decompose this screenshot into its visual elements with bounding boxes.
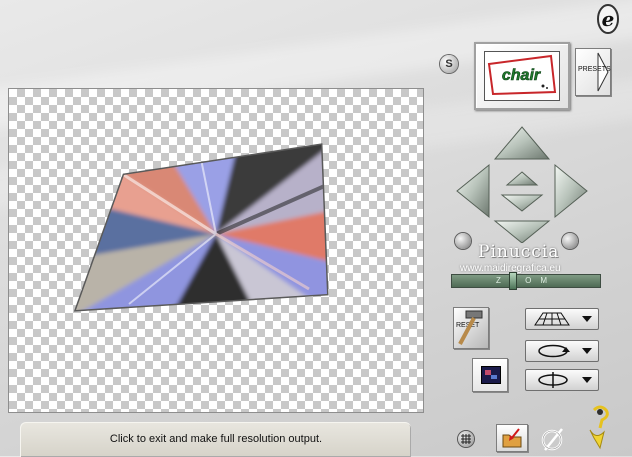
preview-canvas[interactable] [8,88,424,413]
presets-button[interactable]: PRESETS [575,48,611,96]
no-cancel-icon[interactable] [540,426,566,452]
rotate-icon [538,344,570,358]
status-bar[interactable]: Click to exit and make full resolution o… [20,422,411,457]
rotate-dropdown[interactable] [525,340,599,362]
chevron-down-icon [582,377,592,383]
presets-label: PRESETS [578,66,611,73]
open-folder-button[interactable] [496,424,528,452]
preset-preview: chair [484,51,560,101]
arrow-left-icon[interactable] [456,163,490,219]
move-up-small-icon[interactable] [505,171,539,186]
zoom-label: ZOOM [496,276,556,285]
zoom-slider[interactable]: ZOOM [451,272,601,290]
grid-icon[interactable] [458,431,474,447]
open-folder-icon [502,428,522,448]
arrow-down-icon[interactable] [493,220,551,243]
arrow-right-icon[interactable] [554,163,588,219]
flip-dropdown[interactable] [525,369,599,391]
zoom-thumb[interactable] [509,272,517,290]
transformed-image [73,143,329,312]
reset-button[interactable]: RESET [453,307,489,349]
svg-text:chair: chair [502,67,541,84]
hammer-icon [458,310,483,345]
preview-image-icon [481,366,501,384]
flip-icon [538,372,568,388]
status-text: Click to exit and make full resolution o… [109,433,323,445]
s-button-label: S [445,58,453,70]
perspective-dropdown[interactable] [525,308,599,330]
chevron-down-icon [582,348,592,354]
rotate-left-button[interactable] [455,233,471,249]
rotate-right-button[interactable] [562,233,578,249]
arrow-up-icon[interactable] [493,126,551,160]
help-figure-icon[interactable] [582,402,612,452]
direction-pad [456,126,588,243]
preview-thumbnail-button[interactable] [472,358,508,392]
perspective-grid-icon [534,312,570,326]
preset-thumbnail[interactable]: chair [474,42,570,110]
s-button[interactable]: S [440,55,458,73]
logo-e-icon: e [597,4,619,34]
watermark-name: Pinuccia [478,242,560,262]
move-down-small-icon[interactable] [500,194,544,212]
chevron-down-icon [582,316,592,322]
svg-text:e: e [602,7,615,31]
